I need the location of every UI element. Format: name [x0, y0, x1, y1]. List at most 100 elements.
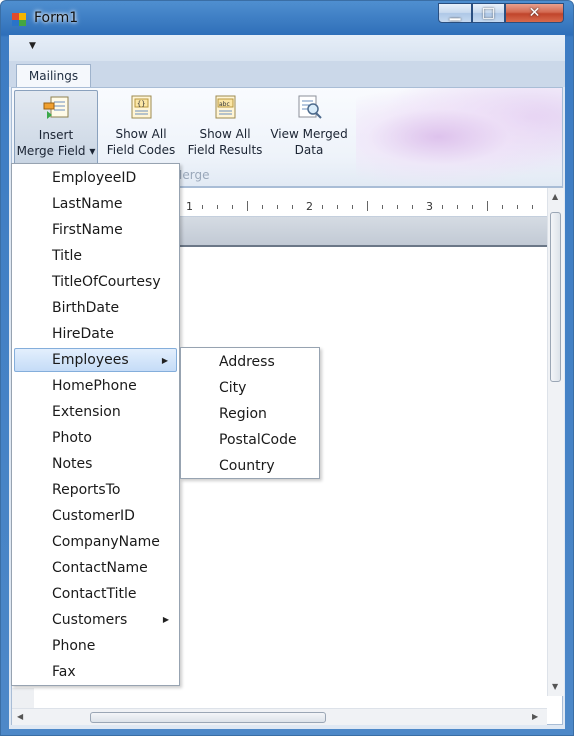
form-app-icon[interactable]	[11, 11, 27, 27]
menu-item-lastname[interactable]: LastName	[14, 192, 177, 216]
ruler-tick	[202, 205, 203, 209]
window-title: Form1	[34, 10, 79, 26]
ruler-tick	[247, 201, 248, 211]
menu-item-contactname[interactable]: ContactName	[14, 556, 177, 580]
insert-merge-field-icon	[43, 95, 69, 121]
insert-merge-field-label-1: Insert	[38, 128, 74, 142]
menu-item-photo[interactable]: Photo	[14, 426, 177, 450]
menu-item-label: CompanyName	[52, 534, 160, 550]
svg-text:abc: abc	[219, 101, 230, 108]
show-all-field-results-button[interactable]: abc Show All Field Results	[184, 90, 266, 166]
qat-customize-dropdown[interactable]: ▼	[29, 41, 36, 51]
view-merged-label-2: Data	[294, 143, 324, 157]
title-bar[interactable]: Form1 ▁ □ ✕	[1, 1, 573, 35]
menu-item-fax[interactable]: Fax	[14, 660, 177, 684]
menu-item-birthdate[interactable]: BirthDate	[14, 296, 177, 320]
quick-access-toolbar: ▼	[9, 35, 565, 61]
menu-item-label: ReportsTo	[52, 482, 121, 498]
scroll-up-icon[interactable]: ▲	[552, 192, 558, 201]
menu-item-label: Extension	[52, 404, 121, 420]
scroll-left-icon[interactable]: ◀	[17, 712, 23, 721]
ruler-tick	[337, 205, 338, 209]
horizontal-scrollbar[interactable]: ◀ ▶	[12, 708, 547, 725]
submenu-item-label: Country	[219, 458, 275, 474]
vertical-scrollbar[interactable]: ▲ ▼	[547, 188, 564, 696]
ruler-tick	[472, 205, 473, 209]
view-merged-data-button[interactable]: View Merged Data	[268, 90, 350, 166]
close-icon: ✕	[528, 5, 541, 21]
menu-item-label: FirstName	[52, 222, 123, 238]
submenu-arrow-icon: ▶	[161, 356, 168, 365]
submenu-item-postalcode[interactable]: PostalCode	[183, 428, 317, 452]
menu-item-extension[interactable]: Extension	[14, 400, 177, 424]
menu-item-label: Customers	[52, 612, 128, 628]
ruler-tick	[262, 205, 263, 209]
employees-submenu: Address City Region PostalCode Country	[180, 347, 320, 479]
menu-item-phone[interactable]: Phone	[14, 634, 177, 658]
submenu-item-label: PostalCode	[219, 432, 297, 448]
tab-mailings[interactable]: Mailings	[16, 64, 91, 87]
menu-item-employees[interactable]: Employees ▶	[14, 348, 177, 372]
menu-item-customers[interactable]: Customers ▶	[14, 608, 177, 632]
minimize-button[interactable]: ▁	[438, 3, 472, 23]
show-all-field-codes-button[interactable]: {} Show All Field Codes	[106, 90, 176, 166]
menu-item-firstname[interactable]: FirstName	[14, 218, 177, 242]
menu-item-label: Fax	[52, 664, 76, 680]
ruler-number: 3	[426, 200, 433, 213]
left-margin-strip	[12, 688, 34, 708]
menu-item-label: CustomerID	[52, 508, 135, 524]
ruler-tick	[517, 205, 518, 209]
insert-merge-field-button[interactable]: Insert Merge Field ▾	[14, 90, 98, 166]
menu-item-label: BirthDate	[52, 300, 120, 316]
menu-item-label: HomePhone	[52, 378, 137, 394]
ruler-tick	[532, 205, 533, 209]
chevron-down-icon: ▾	[89, 144, 96, 158]
menu-item-reportsto[interactable]: ReportsTo	[14, 478, 177, 502]
submenu-item-label: Address	[219, 354, 275, 370]
menu-item-contacttitle[interactable]: ContactTitle	[14, 582, 177, 606]
maximize-icon: □	[481, 5, 496, 21]
submenu-item-city[interactable]: City	[183, 376, 317, 400]
close-button[interactable]: ✕	[505, 3, 564, 23]
scroll-right-icon[interactable]: ▶	[532, 712, 538, 721]
menu-item-label: LastName	[52, 196, 123, 212]
menu-item-companyname[interactable]: CompanyName	[14, 530, 177, 554]
menu-item-notes[interactable]: Notes	[14, 452, 177, 476]
ruler-tick	[217, 205, 218, 209]
menu-item-label: Phone	[52, 638, 96, 654]
menu-item-label: HireDate	[52, 326, 114, 342]
menu-item-title[interactable]: Title	[14, 244, 177, 268]
vertical-scroll-thumb[interactable]	[550, 212, 561, 382]
submenu-item-label: City	[219, 380, 247, 396]
menu-item-label: Employees	[52, 352, 129, 368]
menu-item-employeeid[interactable]: EmployeeID	[14, 166, 177, 190]
submenu-arrow-icon: ▶	[162, 615, 169, 624]
menu-item-label: ContactTitle	[52, 586, 137, 602]
menu-item-label: EmployeeID	[52, 170, 137, 186]
menu-item-hiredate[interactable]: HireDate	[14, 322, 177, 346]
scroll-down-icon[interactable]: ▼	[552, 682, 558, 691]
menu-item-titleofcourtesy[interactable]: TitleOfCourtesy	[14, 270, 177, 294]
horizontal-scroll-thumb[interactable]	[90, 712, 326, 723]
submenu-item-region[interactable]: Region	[183, 402, 317, 426]
ruler-tick	[277, 205, 278, 209]
view-merged-label-1: View Merged	[270, 127, 348, 141]
submenu-item-address[interactable]: Address	[183, 350, 317, 374]
menu-item-homephone[interactable]: HomePhone	[14, 374, 177, 398]
ruler-tick	[397, 205, 398, 209]
field-codes-label-1: Show All	[115, 127, 167, 141]
menu-item-customerid[interactable]: CustomerID	[14, 504, 177, 528]
ruler-tick	[352, 205, 353, 209]
field-results-icon: abc	[212, 94, 238, 120]
ruler-tick	[232, 205, 233, 209]
ribbon-tab-strip: Mailings	[9, 61, 565, 87]
menu-item-label: Notes	[52, 456, 93, 472]
submenu-item-country[interactable]: Country	[183, 454, 317, 478]
ruler-tick	[367, 201, 368, 211]
field-results-label-1: Show All	[199, 127, 251, 141]
ribbon-background-art	[356, 88, 562, 186]
maximize-button[interactable]: □	[472, 3, 505, 23]
menu-item-label: TitleOfCourtesy	[52, 274, 161, 290]
menu-item-label: ContactName	[52, 560, 148, 576]
ruler-tick	[442, 205, 443, 209]
